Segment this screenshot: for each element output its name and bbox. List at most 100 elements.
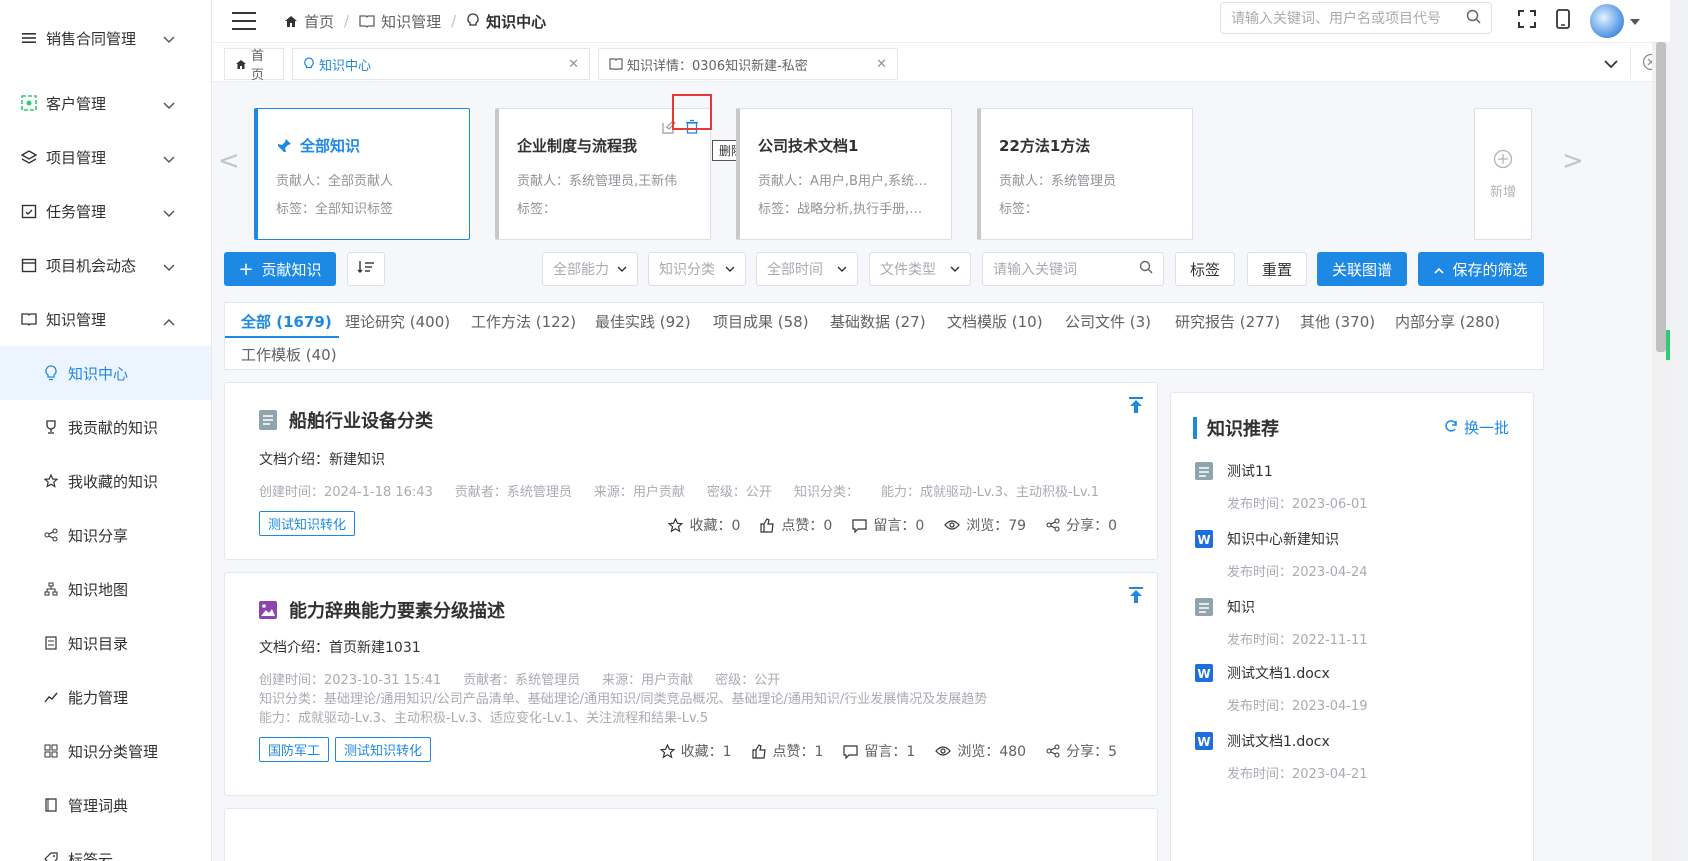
like-stat[interactable]: 点赞：0 [760,515,832,535]
recommend-item[interactable]: 测试11 发布时间：2023-06-01 [1195,461,1368,512]
item-title[interactable]: 能力辞典能力要素分级描述 [289,597,505,623]
comment-stat[interactable]: 留言：0 [852,515,924,535]
sidebar-item-my-favorites[interactable]: 我收藏的知识 [0,454,211,508]
tab-home[interactable]: 首页 [224,48,284,83]
tag-chip[interactable]: 国防军工 [259,737,330,762]
category-tab-methods[interactable]: 工作方法 (122) [471,311,576,332]
category-tab-reports[interactable]: 研究报告 (277) [1175,311,1280,332]
user-menu[interactable] [1590,4,1640,38]
word-icon: W [1195,530,1213,548]
sidebar-item-knowledge-share[interactable]: 知识分享 [0,508,211,562]
vertical-scrollbar[interactable] [1652,42,1670,861]
recommend-item[interactable]: W 测试文档1.docx 发布时间：2023-04-21 [1195,731,1368,782]
like-stat[interactable]: 点赞：1 [751,741,823,761]
saved-filters-button[interactable]: 保存的筛选 [1418,252,1544,286]
sidebar-item-projects[interactable]: 项目管理 [0,130,211,184]
sidebar-item-tasks[interactable]: 任务管理 [0,184,211,238]
favorite-stat[interactable]: 收藏：0 [668,515,740,535]
sidebar-item-knowledge-catalog[interactable]: 知识目录 [0,616,211,670]
sidebar-item-knowledge-map[interactable]: 知识地图 [0,562,211,616]
scrollbar-thumb[interactable] [1656,42,1666,352]
knowledge-item[interactable]: 能力辞典能力要素分级描述 文档介绍：首页新建1031 创建时间：2023-10-… [224,572,1158,796]
thumb-up-icon [760,517,775,533]
category-tab-theory[interactable]: 理论研究 (400) [345,311,450,332]
reset-button[interactable]: 重置 [1247,252,1307,286]
close-icon[interactable]: ✕ [568,57,579,72]
ability-select[interactable]: 全部能力 [542,252,638,286]
category-tab-other[interactable]: 其他 (370) [1300,311,1375,332]
category-tab-best-practice[interactable]: 最佳实践 (92) [595,311,691,332]
sidebar-item-customers[interactable]: 客户管理 [0,76,211,130]
category-tab-all[interactable]: 全部 (1679) [241,311,332,332]
global-search-input[interactable]: 请输入关键词、用户名或项目代号 [1220,2,1492,34]
contribute-knowledge-button[interactable]: + 贡献知识 [224,252,336,286]
item-title[interactable]: 船舶行业设备分类 [289,407,433,433]
pin-top-icon[interactable] [1129,587,1143,607]
item-tags: 测试知识转化 [259,511,356,536]
mobile-icon[interactable] [1556,9,1570,33]
sidebar-item-label: 知识分享 [68,526,129,545]
search-icon[interactable] [1466,9,1481,28]
recommend-item[interactable]: W 知识中心新建知识 发布时间：2023-04-24 [1195,529,1368,580]
add-card-button[interactable]: 新增 [1474,108,1532,240]
search-icon[interactable] [1139,260,1153,278]
comment-stat[interactable]: 留言：1 [843,741,915,761]
chevron-left-icon[interactable]: < [218,146,240,176]
pin-top-icon[interactable] [1129,397,1143,417]
category-tab-base-data[interactable]: 基础数据 (27) [830,311,926,332]
category-tab-templates[interactable]: 文档模版 (10) [947,311,1043,332]
tab-knowledge-center[interactable]: 知识中心 ✕ [292,48,590,80]
knowledge-card-all[interactable]: 全部知识 贡献人：全部贡献人 标签：全部知识标签 [254,108,470,240]
share-icon [1046,744,1060,758]
sort-button[interactable] [347,252,385,286]
item-intro: 文档介绍：新建知识 [259,452,385,468]
item-meta: 创建时间：2023-10-31 15:41 贡献者：系统管理员 来源：用户贡献 密级：… [259,673,781,688]
knowledge-item[interactable] [224,808,1158,861]
favorite-stat[interactable]: 收藏：1 [659,741,732,761]
menu-toggle-icon[interactable] [232,12,256,30]
fullscreen-icon[interactable] [1518,10,1536,32]
sidebar-item-label: 我贡献的知识 [68,418,159,437]
sidebar-item-knowledge-center[interactable]: 知识中心 [0,346,211,400]
category-tab-company-files[interactable]: 公司文件 (3) [1065,311,1151,332]
recommend-item[interactable]: 知识 发布时间：2022-11-11 [1195,597,1368,648]
knowledge-item[interactable]: 船舶行业设备分类 文档介绍：新建知识 创建时间：2024-1-18 16:43 贡… [224,382,1158,560]
chevron-up-icon [1434,260,1445,278]
side-handle[interactable] [1666,330,1670,360]
sidebar-item-ability[interactable]: 能力管理 [0,670,211,724]
sidebar-item-tag-cloud[interactable]: 标签云 [0,832,211,861]
tabs-dropdown-icon[interactable] [1604,57,1618,73]
category-tab-results[interactable]: 项目成果 (58) [713,311,809,332]
avatar[interactable] [1590,4,1624,38]
sidebar-item-my-contributions[interactable]: 我贡献的知识 [0,400,211,454]
knowledge-card-methods[interactable]: 22方法1方法 贡献人：系统管理员 标签： [977,108,1193,240]
tag-chip[interactable]: 测试知识转化 [259,511,356,536]
svg-text:W: W [1197,533,1210,547]
refresh-button[interactable]: 换一批 [1444,417,1509,438]
chevron-right-icon[interactable]: > [1562,146,1584,176]
tab-knowledge-detail[interactable]: 知识详情：0306知识新建-私密 ✕ [598,48,898,80]
share-stat[interactable]: 分享：5 [1046,741,1117,761]
tag-chip[interactable]: 测试知识转化 [335,737,432,762]
sidebar-item-dictionary[interactable]: 管理词典 [0,778,211,832]
file-type-select[interactable]: 文件类型 [869,252,971,286]
category-tab-internal-share[interactable]: 内部分享 (280) [1395,311,1500,332]
close-icon[interactable]: ✕ [876,57,887,72]
tag-button[interactable]: 标签 [1175,252,1235,286]
sidebar-item-category-mgmt[interactable]: 知识分类管理 [0,724,211,778]
breadcrumb-knowledge[interactable]: 知识管理 [381,11,441,32]
keyword-input[interactable]: 请输入关键词 [982,252,1164,286]
sidebar-item-sales-contract[interactable]: 销售合同管理 [0,0,211,76]
book-icon [359,14,375,28]
knowledge-card-tech-docs[interactable]: 公司技术文档1 贡献人：A用户,B用户,系统管... 标签：战略分析,执行手册,… [736,108,952,240]
category-tab-work-templates[interactable]: 工作模板 (40) [241,344,337,365]
sidebar-item-opportunities[interactable]: 项目机会动态 [0,238,211,292]
category-select[interactable]: 知识分类 [648,252,746,286]
relation-graph-button[interactable]: 关联图谱 [1317,252,1407,286]
card-title: 全部知识 [300,137,361,155]
time-select[interactable]: 全部时间 [756,252,858,286]
share-stat[interactable]: 分享：0 [1046,515,1117,535]
recommend-item[interactable]: W 测试文档1.docx 发布时间：2023-04-19 [1195,663,1368,714]
sidebar-item-knowledge[interactable]: 知识管理 [0,292,211,346]
breadcrumb-home[interactable]: 首页 [304,11,334,32]
